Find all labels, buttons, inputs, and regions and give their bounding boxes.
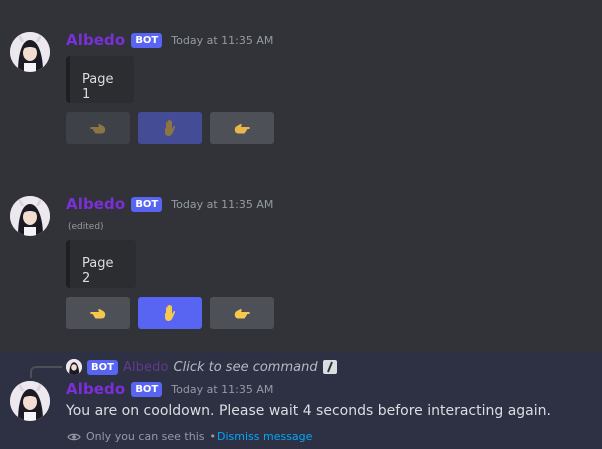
next-page-button[interactable] [210, 297, 274, 329]
bot-tag: BOT [131, 381, 163, 397]
only-you-text: Only you can see this [86, 430, 205, 443]
embed: Page 1 [66, 56, 134, 103]
right-pointing-hand-icon [234, 124, 250, 134]
separator: • [209, 430, 217, 443]
reply-preview[interactable]: BOT Albedo Click to see command [66, 359, 337, 375]
edited-label: (edited) [68, 222, 104, 232]
stop-button[interactable] [138, 297, 202, 329]
button-row [66, 297, 274, 329]
bot-tag: BOT [131, 32, 163, 48]
left-pointing-hand-icon [90, 309, 106, 319]
reply-command-text[interactable]: Click to see command [174, 360, 318, 375]
timestamp[interactable]: Today at 11:35 AM [171, 34, 273, 47]
message-content: You are on cooldown. Please wait 4 secon… [66, 403, 551, 419]
reply-avatar [66, 359, 82, 375]
embed-description: Page 2 [82, 256, 114, 286]
bot-tag: BOT [87, 359, 118, 375]
left-pointing-hand-icon [90, 124, 106, 134]
bot-tag: BOT [131, 196, 163, 212]
next-page-button[interactable] [210, 112, 274, 144]
raised-hand-icon [165, 119, 176, 136]
reply-spine [30, 366, 62, 378]
embed: Page 2 [66, 240, 136, 288]
right-pointing-hand-icon [234, 309, 250, 319]
previous-page-button[interactable] [66, 297, 130, 329]
dismiss-message-link[interactable]: Dismiss message [217, 430, 312, 443]
eye-icon [67, 432, 81, 442]
timestamp[interactable]: Today at 11:35 AM [171, 198, 273, 211]
raised-hand-icon [165, 304, 176, 321]
stop-button [138, 112, 202, 144]
username[interactable]: Albedo [66, 31, 125, 49]
embed-description: Page 1 [82, 72, 114, 102]
username[interactable]: Albedo [66, 380, 125, 398]
avatar[interactable] [10, 196, 50, 236]
ephemeral-notice: Only you can see this • Dismiss message [67, 430, 312, 443]
avatar[interactable] [10, 381, 50, 421]
username[interactable]: Albedo [66, 195, 125, 213]
button-row [66, 112, 274, 144]
previous-page-button [66, 112, 130, 144]
reply-username[interactable]: Albedo [123, 360, 169, 375]
timestamp[interactable]: Today at 11:35 AM [171, 383, 273, 396]
slash-command-icon [322, 360, 337, 374]
avatar[interactable] [10, 32, 50, 72]
